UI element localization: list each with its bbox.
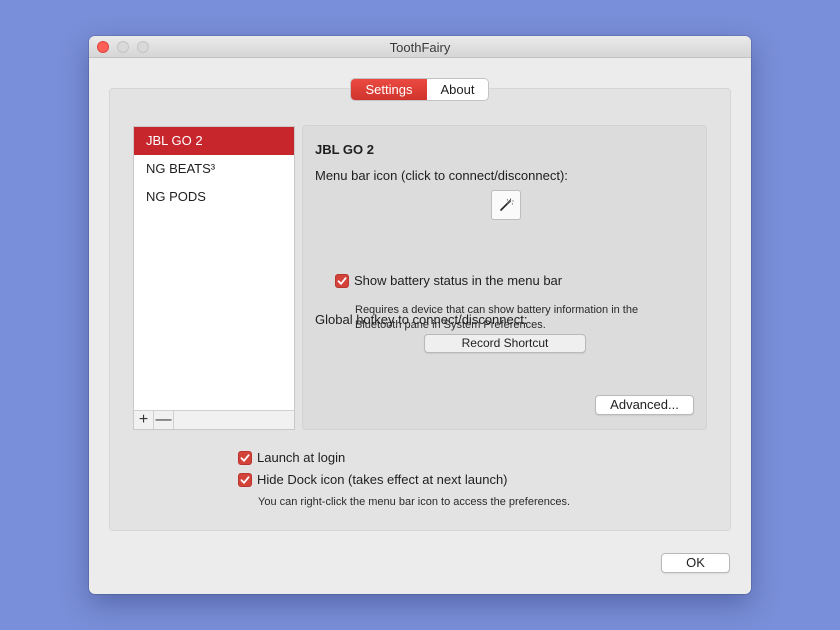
device-item-jbl-go-2[interactable]: JBL GO 2 [134, 127, 294, 155]
app-window: ToothFairy Settings About JBL GO 2 NG BE… [89, 36, 751, 594]
advanced-button[interactable]: Advanced... [595, 395, 694, 415]
magic-wand-icon [500, 198, 514, 211]
device-item-ng-pods[interactable]: NG PODS [134, 183, 294, 211]
menu-bar-icon-label: Menu bar icon (click to connect/disconne… [315, 168, 568, 183]
title-bar[interactable]: ToothFairy [89, 36, 751, 58]
hide-dock-icon-label: Hide Dock icon (takes effect at next lau… [257, 472, 508, 487]
tab-bar: Settings About [351, 79, 488, 100]
checkmark-icon [337, 276, 347, 285]
checkmark-icon [240, 475, 250, 484]
window-title: ToothFairy [389, 40, 451, 55]
device-title: JBL GO 2 [315, 142, 375, 157]
battery-status-label: Show battery status in the menu bar [354, 273, 563, 288]
battery-status-checkbox-row[interactable]: Show battery status in the menu bar [335, 273, 562, 288]
checkmark-icon [240, 453, 250, 462]
device-list-footer: + — [134, 410, 294, 429]
device-detail-pane: JBL GO 2 Menu bar icon (click to connect… [302, 125, 707, 430]
menu-bar-icon-picker[interactable] [491, 190, 521, 220]
record-shortcut-button[interactable]: Record Shortcut [424, 334, 586, 353]
device-list[interactable]: JBL GO 2 NG BEATS³ NG PODS + — [133, 126, 295, 430]
preferences-note: You can right-click the menu bar icon to… [258, 496, 571, 508]
remove-device-button[interactable]: — [154, 411, 174, 429]
hide-dock-icon-checkbox[interactable] [238, 472, 252, 487]
tab-about[interactable]: About [427, 79, 488, 100]
launch-at-login-checkbox[interactable] [238, 450, 252, 465]
add-device-button[interactable]: + [134, 411, 154, 429]
launch-at-login-label: Launch at login [257, 450, 346, 465]
tab-settings[interactable]: Settings [351, 79, 427, 100]
hotkey-label: Global hotkey to connect/disconnect: [315, 312, 528, 327]
device-item-ng-beats[interactable]: NG BEATS³ [134, 155, 294, 183]
ok-button[interactable]: OK [661, 553, 730, 573]
hide-dock-icon-row[interactable]: Hide Dock icon (takes effect at next lau… [238, 472, 508, 487]
launch-at-login-row[interactable]: Launch at login [238, 450, 345, 465]
battery-status-checkbox[interactable] [335, 273, 349, 288]
